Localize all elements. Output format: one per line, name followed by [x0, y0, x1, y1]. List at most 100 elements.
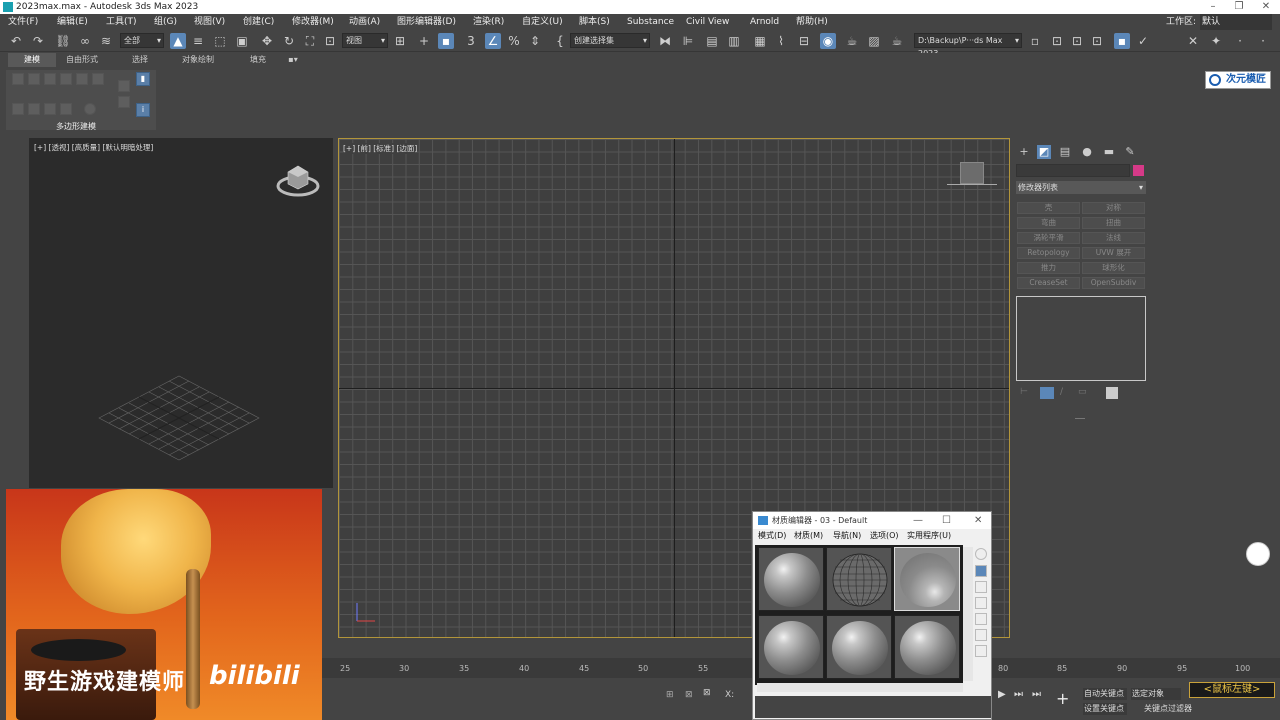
mod-retopology-button[interactable]: Retopology	[1017, 247, 1080, 259]
material-editor-close-icon[interactable]: ✕	[974, 512, 982, 529]
material-editor-title-bar[interactable]: 材质编辑器 - 03 - Default — ☐ ✕	[753, 512, 991, 529]
workspace-dropdown[interactable]: 默认	[1200, 14, 1272, 30]
rect-selection-icon[interactable]: ⬚	[212, 33, 228, 49]
mod-spherify-button[interactable]: 球形化	[1082, 262, 1145, 274]
close-icon[interactable]: ✕	[1253, 0, 1279, 14]
hierarchy-tab-icon[interactable]: ▤	[1058, 145, 1072, 159]
toolbar-icon-f[interactable]: ·	[1232, 33, 1248, 49]
tab-modeling[interactable]: 建模	[8, 53, 56, 67]
render-setup-icon[interactable]: ☕	[844, 33, 860, 49]
ribbon-tool-3[interactable]	[44, 73, 56, 85]
ribbon-tool-9[interactable]	[44, 103, 56, 115]
sample-uv-tiling-icon[interactable]	[975, 597, 987, 609]
next-frame-icon[interactable]: ⏭	[1014, 689, 1024, 701]
mirror-icon[interactable]: ⧓	[657, 33, 673, 49]
menu-modifiers[interactable]: 修改器(M)	[292, 14, 334, 30]
mat-menu-utilities[interactable]: 实用程序(U)	[907, 529, 951, 543]
menu-customize[interactable]: 自定义(U)	[522, 14, 563, 30]
move-icon[interactable]: ✥	[259, 33, 275, 49]
bind-spacewarp-icon[interactable]: ≋	[98, 33, 114, 49]
selection-filter-dropdown[interactable]: 全部	[120, 33, 164, 48]
toolbar-icon-e[interactable]: ✦	[1208, 33, 1224, 49]
sample-slot[interactable]	[758, 547, 824, 611]
ribbon-tool-11[interactable]	[84, 103, 96, 115]
ribbon-tool-6[interactable]	[92, 73, 104, 85]
layer-explorer-icon[interactable]: ▥	[726, 33, 742, 49]
menu-substance[interactable]: Substance	[627, 14, 674, 30]
add-key-icon[interactable]: +	[1056, 690, 1074, 708]
backlight-icon[interactable]	[975, 565, 987, 577]
select-object-icon[interactable]: ▲	[170, 33, 186, 49]
minimize-icon[interactable]: –	[1200, 0, 1226, 14]
abs-mode-icon[interactable]: ⊠	[703, 688, 711, 698]
material-options-icon[interactable]	[975, 645, 987, 657]
ribbon-tool-5[interactable]	[76, 73, 88, 85]
toolbar-icon-d[interactable]: ✕	[1185, 33, 1201, 49]
sample-slot[interactable]	[826, 547, 892, 611]
rendered-frame-window-icon[interactable]: ▨	[866, 33, 882, 49]
toolbar-icon-a[interactable]: ⊡	[1049, 33, 1065, 49]
menu-views[interactable]: 视图(V)	[194, 14, 225, 30]
ribbon-tool-15[interactable]: i	[136, 103, 150, 117]
menu-edit[interactable]: 编辑(E)	[57, 14, 88, 30]
avatar[interactable]	[1246, 542, 1270, 566]
go-to-end-icon[interactable]: ⏭	[1032, 689, 1042, 701]
project-path-dropdown[interactable]: D:\Backup\P···ds Max 2023	[914, 33, 1022, 58]
make-unique-icon[interactable]: ∕	[1060, 387, 1072, 399]
sample-slot[interactable]	[758, 615, 824, 679]
ribbon-options-icon[interactable]: ▪▾	[284, 53, 302, 67]
mod-uvw-unwrap-button[interactable]: UVW 展开	[1082, 247, 1145, 259]
project-folder-icon[interactable]: ▫	[1027, 33, 1043, 49]
ribbon-toggle-icon[interactable]: ▦	[752, 33, 768, 49]
select-manipulate-icon[interactable]: +	[416, 33, 432, 49]
percent-snap-icon[interactable]: %	[506, 33, 522, 49]
create-tab-icon[interactable]: +	[1017, 145, 1031, 159]
lock-selection-icon[interactable]: ⊠	[685, 690, 695, 700]
ribbon-tool-12[interactable]	[118, 80, 130, 92]
material-editor-minimize-icon[interactable]: —	[913, 512, 923, 529]
curve-editor-icon[interactable]: ⌇	[773, 33, 789, 49]
key-filters-button[interactable]: 关键点过滤器	[1144, 703, 1200, 715]
ribbon-tool-7[interactable]	[12, 103, 24, 115]
configure-sets-icon[interactable]	[1106, 387, 1118, 399]
undo-icon[interactable]: ↶	[8, 33, 24, 49]
poly-modeling-label[interactable]: 多边形建模	[56, 121, 96, 132]
select-by-name-icon[interactable]: ≡	[190, 33, 206, 49]
material-editor-icon[interactable]: ◉	[820, 33, 836, 49]
mod-normal-button[interactable]: 法线	[1082, 232, 1145, 244]
named-selection-dropdown[interactable]: 创建选择集	[570, 33, 650, 48]
ribbon-tool-10[interactable]	[60, 103, 72, 115]
mat-menu-material[interactable]: 材质(M)	[794, 529, 823, 543]
display-tab-icon[interactable]: ▬	[1102, 145, 1116, 159]
menu-group[interactable]: 组(G)	[154, 14, 177, 30]
ribbon-tool-14[interactable]: ▮	[136, 72, 150, 86]
ribbon-tool-13[interactable]	[118, 96, 130, 108]
isolate-icon[interactable]: ⊞	[666, 690, 676, 700]
menu-tools[interactable]: 工具(T)	[106, 14, 137, 30]
material-editor-maximize-icon[interactable]: ☐	[942, 512, 951, 529]
sample-slot[interactable]	[826, 615, 892, 679]
toolbar-icon-b[interactable]: ⊡	[1069, 33, 1085, 49]
make-preview-icon[interactable]	[975, 629, 987, 641]
toolbar-icon-g[interactable]: ·	[1255, 33, 1271, 49]
pin-stack-icon[interactable]: ⊢	[1020, 387, 1030, 399]
redo-icon[interactable]: ↷	[30, 33, 46, 49]
keyboard-shortcut-override-icon[interactable]: ▪	[438, 33, 454, 49]
material-editor-window[interactable]: 材质编辑器 - 03 - Default — ☐ ✕ 模式(D) 材质(M) 导…	[752, 511, 992, 720]
viewcube-front-icon[interactable]	[960, 162, 984, 184]
video-color-check-icon[interactable]	[975, 613, 987, 625]
modifier-stack[interactable]	[1016, 296, 1146, 381]
tab-populate[interactable]: 填充	[240, 53, 276, 67]
mat-menu-navigation[interactable]: 导航(N)	[833, 529, 861, 543]
mod-creaseset-button[interactable]: CreaseSet	[1017, 277, 1080, 289]
menu-scripting[interactable]: 脚本(S)	[579, 14, 610, 30]
ribbon-tool-1[interactable]	[12, 73, 24, 85]
sample-slot[interactable]	[894, 615, 960, 679]
window-crossing-icon[interactable]: ▣	[234, 33, 250, 49]
mod-twist-button[interactable]: 扭曲	[1082, 217, 1145, 229]
ribbon-tool-2[interactable]	[28, 73, 40, 85]
menu-create[interactable]: 创建(C)	[243, 14, 274, 30]
modify-tab-icon[interactable]: ◩	[1037, 145, 1051, 159]
pivot-center-icon[interactable]: ⊞	[392, 33, 408, 49]
utilities-tab-icon[interactable]: ✎	[1123, 145, 1137, 159]
